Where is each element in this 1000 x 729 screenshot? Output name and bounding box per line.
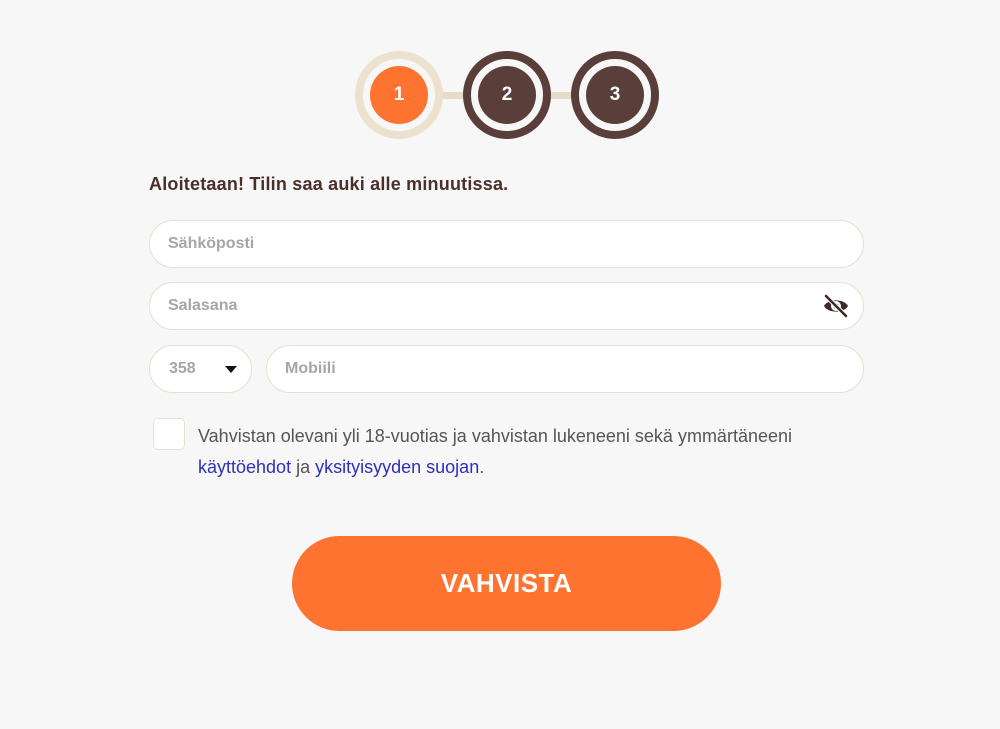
terms-text-middle: ja [296, 457, 311, 477]
confirm-button[interactable]: VAHVISTA [292, 536, 721, 631]
step-2[interactable]: 2 [463, 51, 551, 139]
password-input[interactable] [149, 282, 864, 330]
eye-slash-icon[interactable] [822, 294, 850, 318]
form-heading: Aloitetaan! Tilin saa auki alle minuutis… [149, 174, 509, 194]
step-1-number: 1 [370, 66, 428, 124]
terms-text-before: Vahvistan olevani yli 18-vuotias ja vahv… [198, 426, 792, 446]
terms-text: Vahvistan olevani yli 18-vuotias ja vahv… [198, 421, 878, 483]
step-2-number: 2 [478, 66, 536, 124]
mobile-input[interactable] [266, 345, 864, 393]
step-3[interactable]: 3 [571, 51, 659, 139]
caret-down-icon [225, 365, 237, 373]
terms-of-use-link[interactable]: käyttöehdot [198, 457, 291, 477]
registration-page: 1 2 3 Aloitetaan! Tilin saa auki alle mi… [0, 0, 1000, 729]
country-code-value: 358 [169, 360, 196, 377]
step-3-number: 3 [586, 66, 644, 124]
step-1[interactable]: 1 [355, 51, 443, 139]
terms-text-after: . [479, 457, 485, 477]
progress-stepper: 1 2 3 [355, 51, 659, 139]
privacy-policy-link[interactable]: yksityisyyden suojan [315, 457, 479, 477]
terms-checkbox[interactable] [153, 418, 185, 450]
country-code-select[interactable]: 358 [149, 345, 252, 393]
email-input[interactable] [149, 220, 864, 268]
